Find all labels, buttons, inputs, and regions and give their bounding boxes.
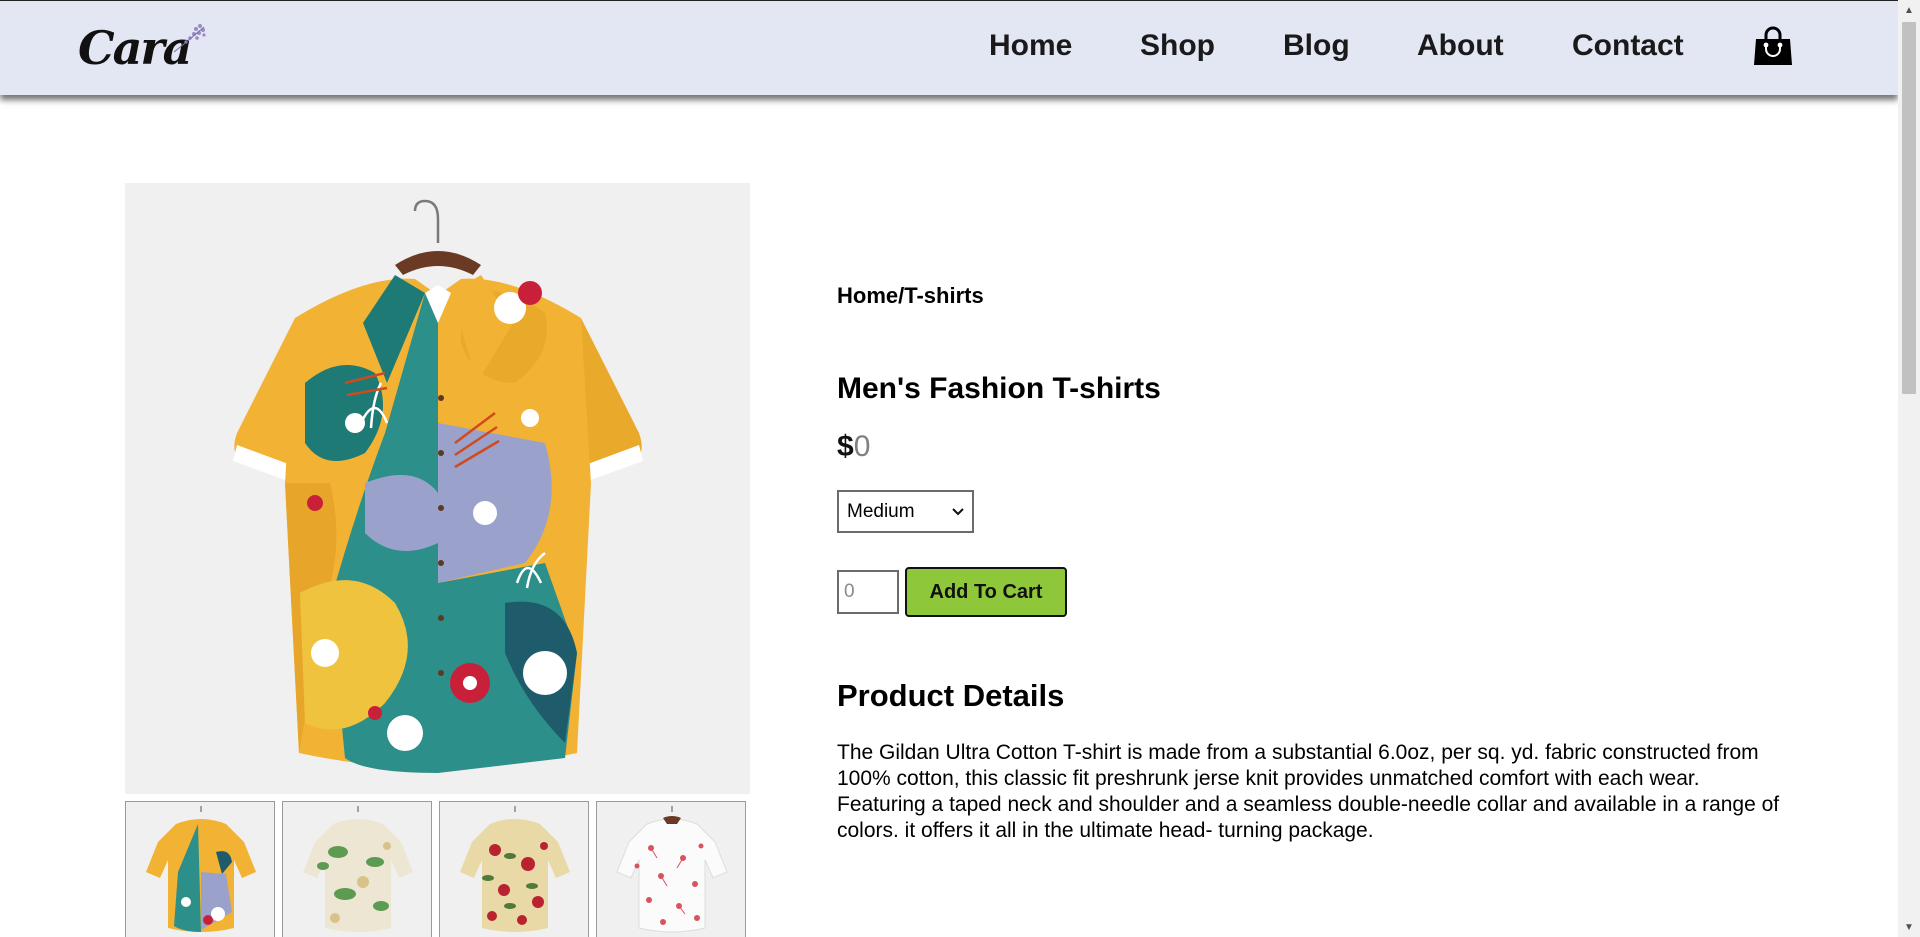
product-title: Men's Fashion T-shirts: [837, 372, 1161, 405]
shirt-thumbnail-icon: [303, 806, 413, 932]
thumbnail-4[interactable]: [596, 801, 746, 937]
breadcrumb: Home/T-shirts: [837, 283, 984, 308]
shirt-image: [233, 199, 643, 773]
price-currency: $: [837, 430, 854, 463]
price-amount: 0: [853, 430, 871, 463]
scroll-down-arrow-icon[interactable]: ▼: [1898, 917, 1920, 937]
quantity-input[interactable]: [837, 570, 899, 614]
shirt-thumbnail-icon: [460, 806, 570, 932]
thumbnail-3[interactable]: [439, 801, 589, 937]
scrollbar-thumb[interactable]: [1902, 22, 1916, 394]
shopping-bag-icon[interactable]: [1752, 25, 1794, 67]
thumbnail-1[interactable]: [125, 801, 275, 937]
logo[interactable]: Cara: [78, 19, 208, 77]
product-price: $0: [837, 430, 870, 464]
nav-about[interactable]: About: [1417, 29, 1504, 63]
page-scrollbar[interactable]: ▲ ▼: [1898, 0, 1920, 937]
size-select-value: Medium: [847, 500, 915, 522]
scroll-up-arrow-icon[interactable]: ▲: [1898, 0, 1920, 20]
site-header: Cara Home Shop Blog About Contact: [0, 0, 1898, 95]
product-details-text: The Gildan Ultra Cotton T-shirt is made …: [837, 741, 1780, 842]
thumbnail-2[interactable]: [282, 801, 432, 937]
nav-shop[interactable]: Shop: [1140, 29, 1215, 63]
nav-blog[interactable]: Blog: [1283, 29, 1350, 63]
add-to-cart-button[interactable]: Add To Cart: [905, 567, 1067, 617]
size-select[interactable]: Medium: [837, 490, 974, 533]
lavender-sprig-icon: [173, 24, 206, 53]
nav-home[interactable]: Home: [989, 29, 1072, 63]
chevron-down-icon: [952, 507, 964, 515]
nav-contact[interactable]: Contact: [1572, 29, 1684, 63]
thumbnail-strip: [125, 801, 750, 937]
shirt-thumbnail-icon: [616, 806, 728, 933]
main-product-image: [125, 183, 750, 794]
product-details-heading: Product Details: [837, 678, 1065, 713]
product-page: Cara Home Shop Blog About Contact ▲ ▼ Ho…: [0, 0, 1920, 937]
shirt-thumbnail-icon: [146, 806, 256, 932]
